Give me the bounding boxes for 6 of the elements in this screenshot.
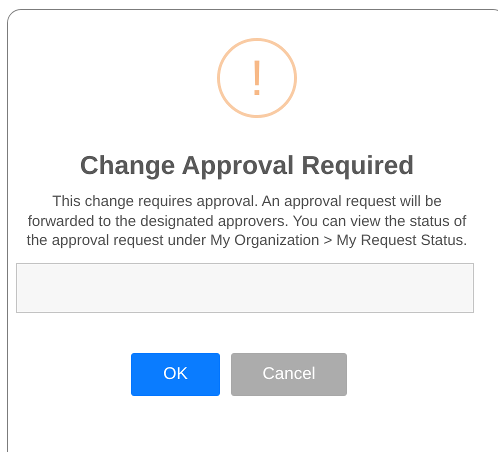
- dialog-title: Change Approval Required: [80, 150, 414, 180]
- ok-button[interactable]: OK: [131, 352, 220, 396]
- dialog-message: This change requires approval. An approval request will be forwarded to the designated approvers. You can view the status of the approval request under My Organization > My Request Status.: [26, 192, 468, 250]
- cancel-button[interactable]: Cancel: [231, 352, 347, 396]
- input-field[interactable]: [16, 262, 474, 312]
- warning-icon: !: [217, 38, 297, 118]
